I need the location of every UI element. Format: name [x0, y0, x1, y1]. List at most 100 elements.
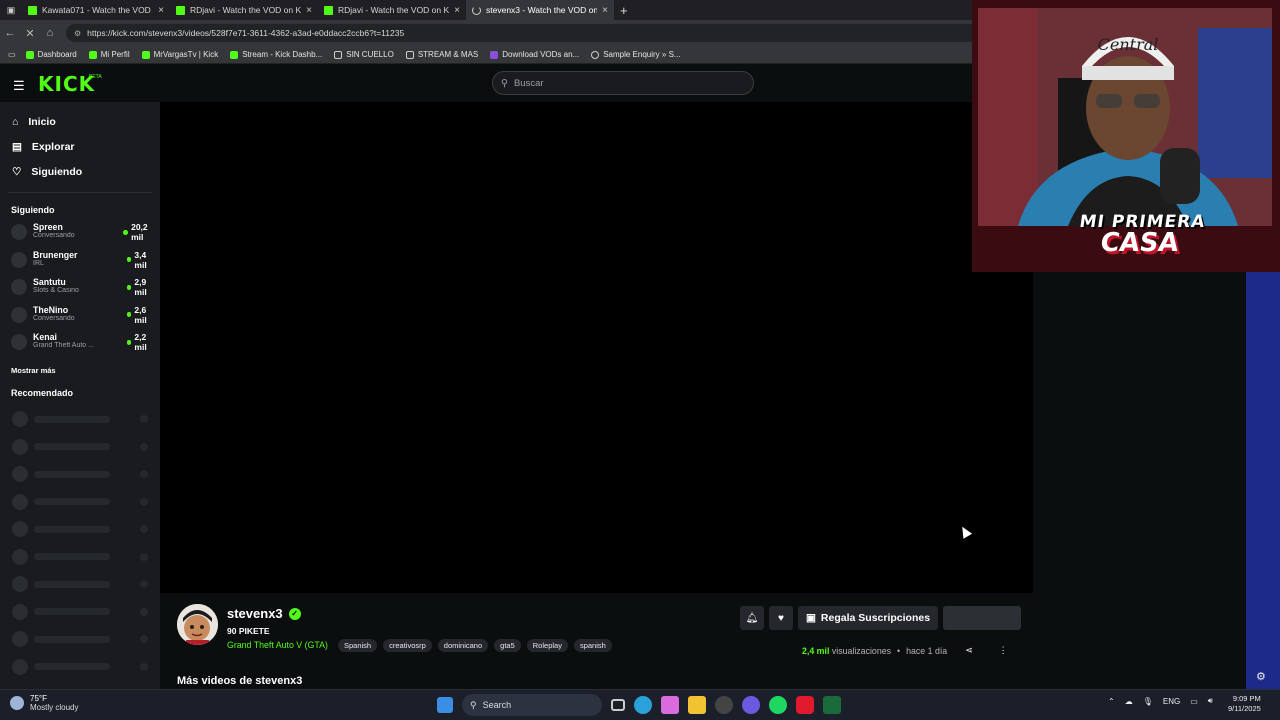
followed-channel[interactable]: Kenai Grand Theft Auto ... 2,2 mil: [0, 332, 160, 360]
nav-siguiendo[interactable]: ♡ Siguiendo: [0, 159, 160, 184]
kick-bookmark-icon: [88, 50, 97, 59]
video-player[interactable]: [160, 102, 1033, 593]
kick-favicon-icon: [324, 5, 333, 15]
tag-chip[interactable]: spanish: [573, 639, 612, 652]
reload-stop-icon[interactable]: ✕: [20, 27, 40, 40]
new-tab-icon[interactable]: +: [620, 3, 628, 18]
excel-icon[interactable]: [823, 696, 841, 714]
close-tab-icon[interactable]: ×: [158, 5, 164, 16]
bookmark[interactable]: Stream - Kick Dashb...: [224, 50, 328, 59]
overlay-logo: MI PRIMERA CASA: [1075, 212, 1207, 258]
site-info-icon[interactable]: ⚙: [74, 29, 81, 38]
tag-chip[interactable]: Roleplay: [526, 639, 568, 652]
browser-tab[interactable]: Kawata071 - Watch the VOD on K×: [22, 0, 170, 20]
live-dot-icon: [123, 229, 129, 235]
bookmark[interactable]: Download VODs an...: [484, 50, 585, 59]
more-options-icon[interactable]: ⋮: [999, 645, 1008, 656]
hamburger-menu-icon[interactable]: ☰: [13, 78, 25, 94]
notifications-button[interactable]: 🔔︎: [740, 606, 764, 630]
bookmark-folder[interactable]: STREAM & MAS: [400, 50, 484, 59]
search-icon: ⚲: [470, 699, 477, 710]
more-videos-heading: Más videos de stevenx3: [177, 675, 303, 687]
opera-icon[interactable]: [796, 696, 814, 714]
search-placeholder: Buscar: [513, 77, 544, 89]
share-icon[interactable]: ⋖: [965, 645, 972, 656]
bookmark[interactable]: MrVargasTv | Kick: [136, 50, 225, 59]
chevron-up-icon[interactable]: ⌃: [1108, 697, 1115, 706]
volume-icon[interactable]: 🔊︎: [1208, 696, 1213, 706]
compass-icon: ▤: [12, 140, 22, 153]
video-stats: 2,4 mil visualizaciones • hace 1 día ⋖ ⋮: [802, 645, 1008, 656]
skeleton-row: [0, 571, 160, 599]
weather-widget[interactable]: 75°F Mostly cloudy: [10, 694, 78, 712]
tag-chip[interactable]: creativosrp: [383, 639, 432, 652]
category-link[interactable]: Grand Theft Auto V (GTA): [227, 640, 328, 650]
search-icon: ⚲: [501, 77, 508, 89]
bookmark[interactable]: Dashboard: [20, 50, 83, 59]
live-dot-icon: [126, 339, 132, 345]
nav-inicio[interactable]: ⌂ Inicio: [0, 109, 160, 134]
tag-chip[interactable]: dominicano: [437, 639, 489, 652]
avatar: [11, 224, 27, 240]
gift-subs-button[interactable]: ▣ Regala Suscripciones: [798, 606, 939, 630]
taskbar-clock[interactable]: 9:09 PM 9/11/2025: [1228, 694, 1261, 714]
monitor-icon[interactable]: ▭: [1190, 697, 1198, 706]
show-more-link[interactable]: Mostrar más: [0, 366, 160, 375]
kick-logo[interactable]: KICK: [38, 72, 95, 96]
followed-channel[interactable]: Santutu Slots & Casino 2,9 mil: [0, 277, 160, 305]
browser-menu-icon[interactable]: ▣: [0, 5, 22, 16]
avatar: [11, 334, 27, 350]
language-indicator[interactable]: ENG: [1163, 697, 1180, 706]
home-icon[interactable]: ⌂: [40, 27, 60, 39]
close-tab-icon[interactable]: ×: [602, 5, 608, 16]
subscribe-button-loading[interactable]: [943, 606, 1022, 630]
nav-explorar[interactable]: ▤ Explorar: [0, 134, 160, 159]
following-section-title: Siguiendo: [11, 205, 55, 215]
url-field[interactable]: ⚙ https://kick.com/stevenx3/videos/528f7…: [66, 24, 1046, 42]
bookmark[interactable]: Mi Perfil: [83, 50, 136, 59]
browser-tab-active[interactable]: stevenx3 - Watch the VOD on Kic×: [466, 0, 614, 20]
cloud-icon[interactable]: ☁: [1125, 697, 1133, 706]
settings-gear-icon[interactable]: ⚙: [1256, 670, 1266, 683]
browser-tab[interactable]: RDjavi - Watch the VOD on Kick ×: [318, 0, 466, 20]
file-explorer-icon[interactable]: [688, 696, 706, 714]
time-ago: hace 1 día: [906, 645, 948, 656]
heart-icon: ♡: [12, 165, 22, 178]
tag-list: Spanish creativosrp dominicano gta5 Role…: [338, 639, 612, 652]
home-icon: ⌂: [12, 115, 19, 128]
microphone-icon[interactable]: 🎙︎: [1143, 697, 1153, 706]
folder-icon: [405, 50, 414, 59]
recommended-section-title: Recomendado: [11, 387, 74, 398]
avatar-illustration: [177, 604, 218, 645]
tag-chip[interactable]: Spanish: [338, 639, 378, 652]
bookmark[interactable]: Sample Enquiry » S...: [585, 50, 686, 59]
back-icon[interactable]: ←: [0, 27, 20, 39]
search-input[interactable]: ⚲ Buscar: [492, 71, 754, 95]
reading-list-icon[interactable]: ▭: [4, 50, 20, 59]
avatar: [11, 306, 27, 323]
channel-avatar[interactable]: [177, 604, 218, 645]
skeleton-row: [0, 488, 160, 516]
gift-icon: ▣: [806, 612, 816, 624]
followed-channel[interactable]: Spreen Conversando 20,2 mil: [0, 222, 160, 250]
edge-browser-icon[interactable]: [634, 696, 652, 714]
tag-chip[interactable]: gta5: [494, 639, 521, 652]
folder-icon: [334, 50, 343, 59]
discord-icon[interactable]: [742, 696, 760, 714]
copilot-icon[interactable]: [661, 696, 679, 714]
channel-name[interactable]: stevenx3 ✓: [227, 606, 301, 621]
follow-button[interactable]: ♥: [769, 606, 793, 630]
browser-tab[interactable]: RDjavi - Watch the VOD on Kick ×: [170, 0, 318, 20]
system-tray: ⌃ ☁ 🎙︎ ENG ▭ 🔊︎: [1108, 696, 1213, 706]
followed-channel[interactable]: Brunenger IRL 3,4 mil: [0, 250, 160, 278]
spotify-icon[interactable]: [769, 696, 787, 714]
chrome-icon[interactable]: [715, 696, 733, 714]
windows-start-icon[interactable]: [437, 697, 453, 713]
close-tab-icon[interactable]: ×: [306, 5, 312, 16]
followed-channel[interactable]: TheNino Conversando 2,6 mil: [0, 305, 160, 333]
bookmark-folder[interactable]: SIN CUELLO: [328, 50, 400, 59]
task-view-icon[interactable]: [611, 699, 625, 711]
close-tab-icon[interactable]: ×: [454, 5, 460, 16]
taskbar-search[interactable]: ⚲ Search: [462, 694, 602, 716]
live-dot-icon: [126, 312, 132, 317]
